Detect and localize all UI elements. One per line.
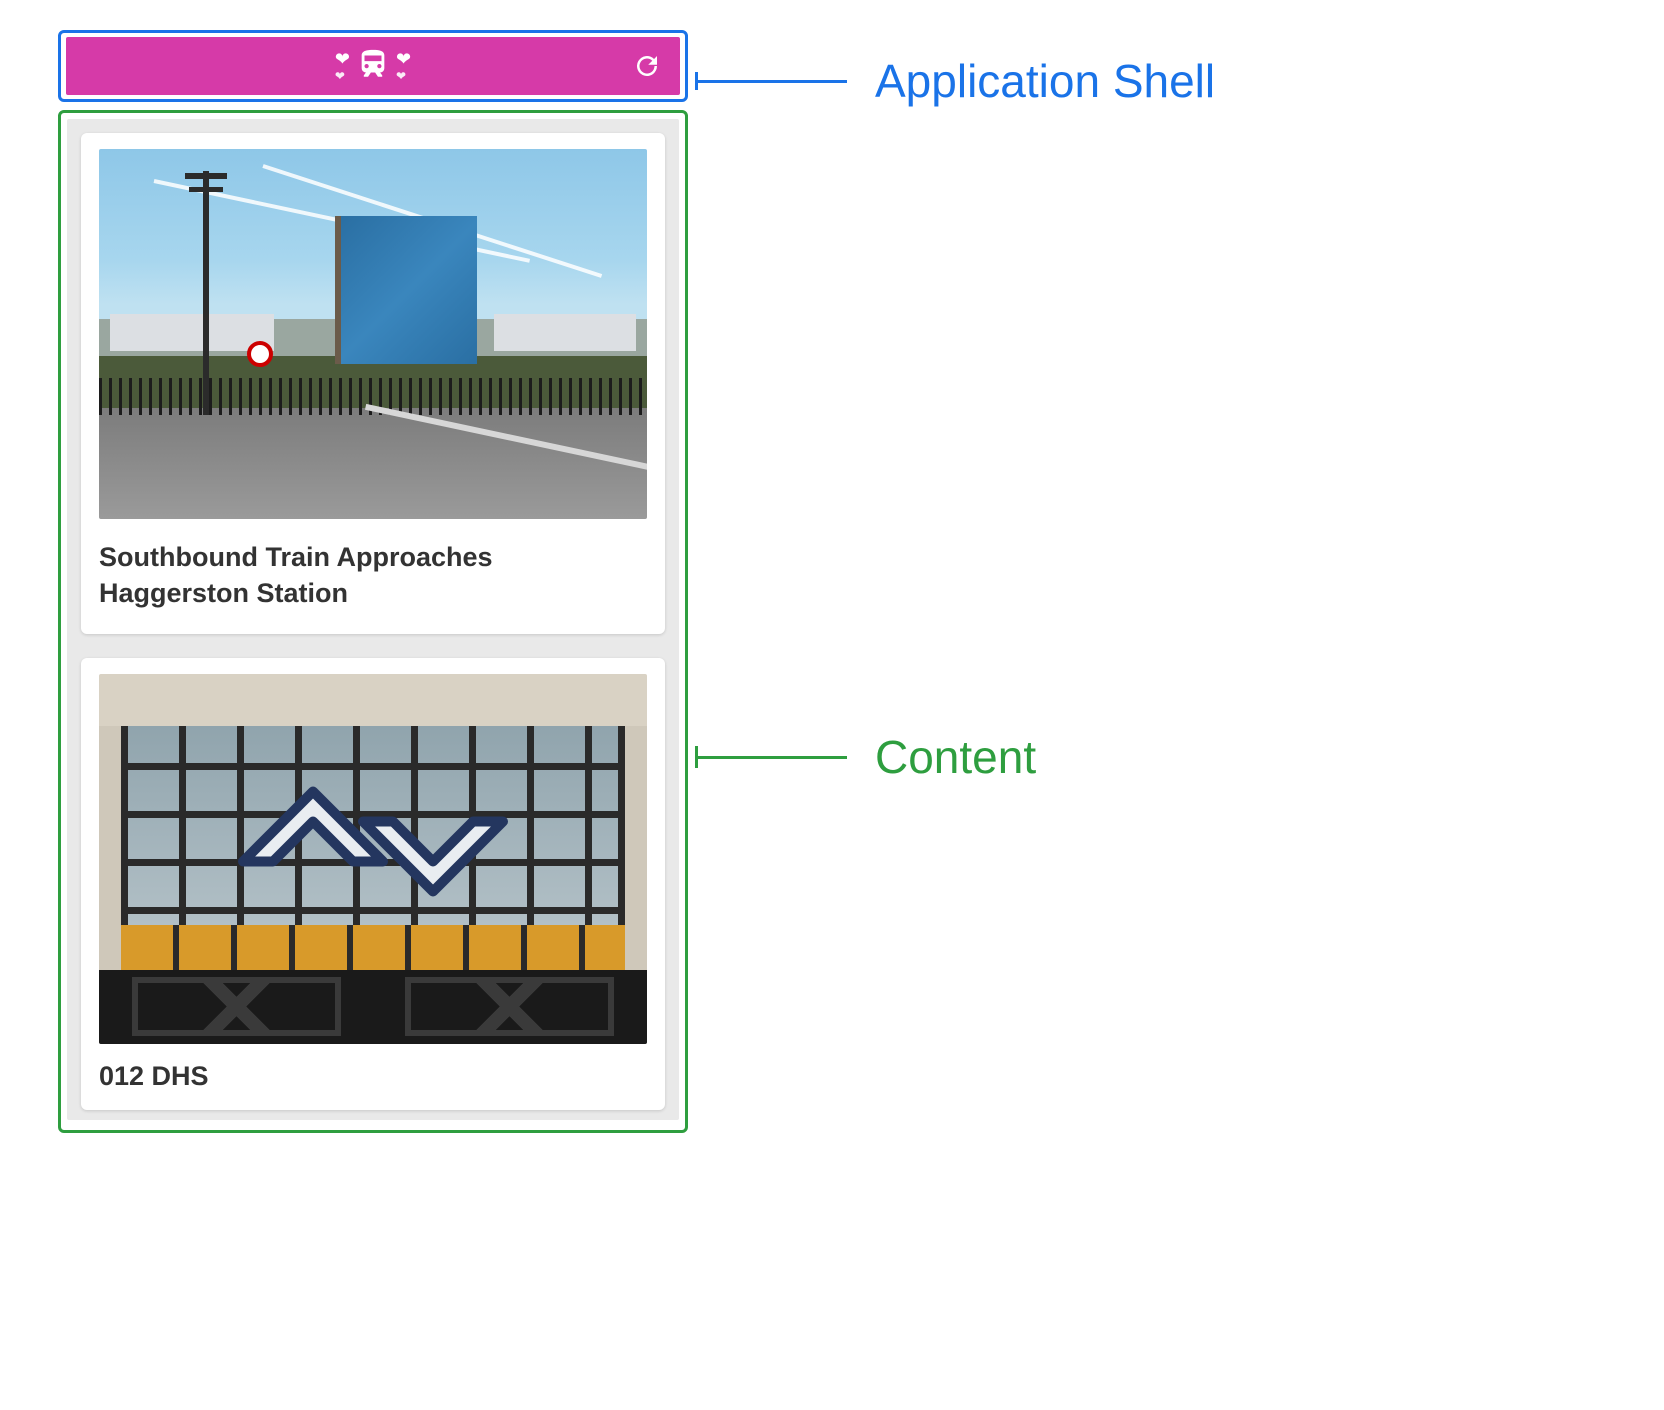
hearts-left-icon: ❤❤ (335, 50, 350, 82)
train-icon (356, 46, 390, 87)
refresh-button[interactable] (632, 51, 662, 81)
ns-logo-icon (223, 767, 523, 922)
card-title: 012 DHS (99, 1058, 647, 1094)
annotation-shell-label: Application Shell (875, 54, 1215, 108)
annotation-content: Content (695, 730, 1036, 784)
card-image (99, 674, 647, 1044)
annotation-content-label: Content (875, 730, 1036, 784)
card-image (99, 149, 647, 519)
hearts-right-icon: ❤❤ (396, 50, 411, 82)
refresh-icon (632, 51, 662, 81)
content-region: Southbound Train Approaches Haggerston S… (58, 110, 688, 1133)
card-title: Southbound Train Approaches Haggerston S… (99, 539, 647, 612)
app-mockup: ❤❤ ❤❤ (58, 30, 688, 1133)
brand-logo: ❤❤ ❤❤ (335, 46, 411, 87)
annotation-shell: Application Shell (695, 54, 1215, 108)
app-header: ❤❤ ❤❤ (66, 37, 680, 95)
application-shell-region: ❤❤ ❤❤ (58, 30, 688, 102)
content-card[interactable]: Southbound Train Approaches Haggerston S… (81, 133, 665, 634)
content-card[interactable]: 012 DHS (81, 658, 665, 1110)
card-list[interactable]: Southbound Train Approaches Haggerston S… (67, 119, 679, 1120)
